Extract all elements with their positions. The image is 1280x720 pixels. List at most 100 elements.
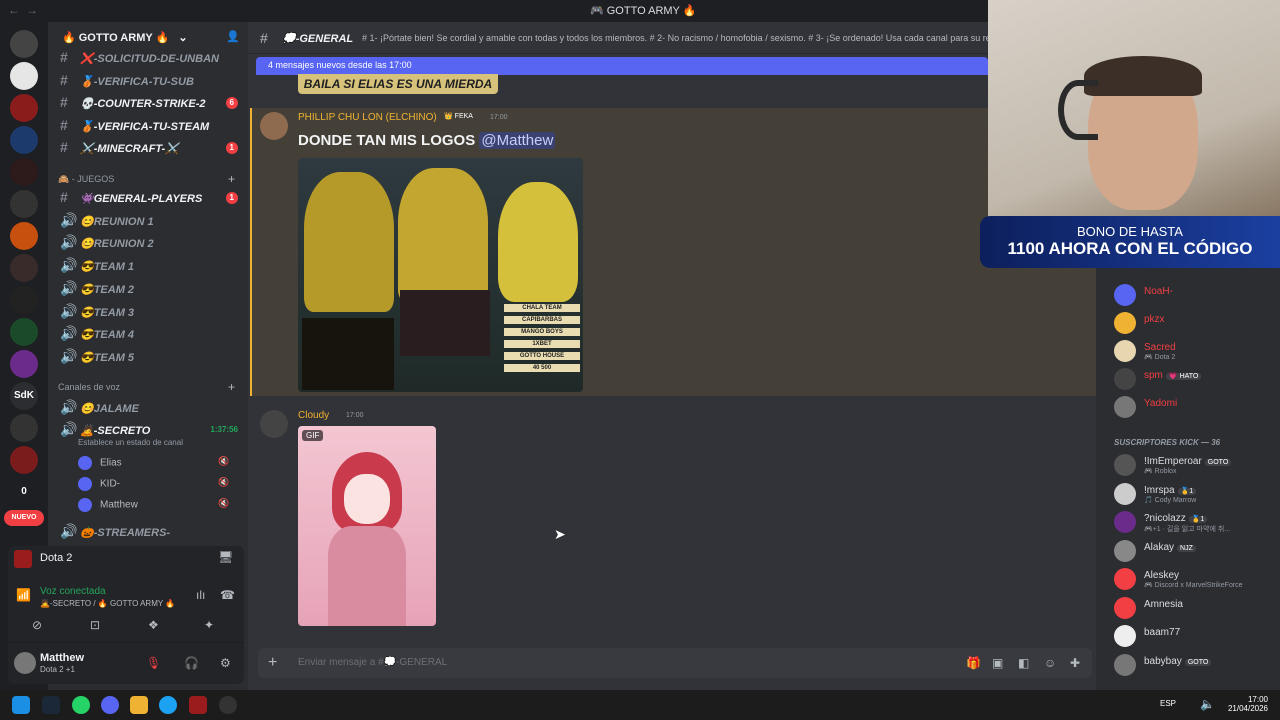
activities-icon[interactable]: ❖ xyxy=(148,618,159,632)
dota-icon[interactable] xyxy=(189,696,207,714)
voice-channel[interactable]: 🔊 😎TEAM 1 xyxy=(56,256,244,276)
mic-muted-icon[interactable]: 🎙 xyxy=(146,656,161,670)
avatar[interactable] xyxy=(260,112,288,140)
gif-icon[interactable]: ▣ xyxy=(992,656,1003,670)
server-icon[interactable] xyxy=(10,254,38,282)
voice-channel-path[interactable]: 🙇-SECRETO / 🔥 GOTTO ARMY 🔥 xyxy=(40,599,175,608)
message-input[interactable]: Enviar mensaje a #💭-GENERAL xyxy=(298,657,447,668)
text-channel[interactable]: # ❌-SOLICITUD-DE-UNBAN xyxy=(56,48,244,68)
meme-label: 1XBET xyxy=(504,340,580,348)
whatsapp-icon[interactable] xyxy=(72,696,90,714)
language-indicator[interactable]: ESP xyxy=(1160,699,1176,708)
channel-streamers[interactable]: 🔊 🎃-STREAMERS- xyxy=(56,522,244,542)
message-author[interactable]: PHILLIP CHU LON (ELCHINO) xyxy=(298,112,437,123)
voice-channel[interactable]: 🔊 😎TEAM 3 xyxy=(56,302,244,322)
server-icon[interactable] xyxy=(10,62,38,90)
add-channel-icon[interactable]: + xyxy=(228,172,235,186)
server-icon[interactable] xyxy=(10,30,38,58)
sticker-icon[interactable]: ◧ xyxy=(1018,656,1029,670)
member-item[interactable]: !ImEmperoar GOTO 🎮 Roblox xyxy=(1114,454,1274,478)
disconnect-icon[interactable]: ☎ xyxy=(220,588,235,602)
forward-arrow-icon[interactable]: → xyxy=(26,3,38,17)
message-author[interactable]: Cloudy xyxy=(298,410,329,421)
avatar[interactable] xyxy=(14,652,36,674)
member-item[interactable]: !mrspa 🥇1 🎵 Cody Marrow xyxy=(1114,482,1274,507)
camera-off-icon[interactable]: ⊘ xyxy=(32,618,42,632)
voice-channel-secreto[interactable]: 🔊 🙇-SECRETO 1:37:56 xyxy=(56,420,244,440)
server-icon[interactable] xyxy=(10,446,38,474)
voice-connected-label[interactable]: Voz conectada xyxy=(40,586,106,597)
text-channel[interactable]: # ⚔️-MINECRAFT-⚔️ 1 xyxy=(56,138,244,158)
user-mention[interactable]: @Matthew xyxy=(479,132,556,149)
voice-channel[interactable]: 🔊 😊REUNION 1 xyxy=(56,211,244,231)
windows-start-icon[interactable] xyxy=(12,696,30,714)
channel-topic[interactable]: # 1- ¡Pórtate bien! Se cordial y amable … xyxy=(362,33,988,43)
screen-share-icon[interactable]: 🖥 xyxy=(218,550,233,564)
voice-channel[interactable]: 🔊 😊REUNION 2 xyxy=(56,233,244,253)
server-icon[interactable] xyxy=(10,190,38,218)
screen-share-button-icon[interactable]: ⊡ xyxy=(90,618,100,632)
voice-user[interactable]: Elias 🔇 xyxy=(78,456,229,470)
voice-channel[interactable]: 🔊 😎TEAM 5 xyxy=(56,347,244,367)
text-channel[interactable]: # 💀-COUNTER-STRIKE-2 6 xyxy=(56,93,244,113)
server-icon[interactable] xyxy=(10,318,38,346)
add-voice-channel-icon[interactable]: + xyxy=(228,380,235,394)
server-icon[interactable] xyxy=(10,158,38,186)
discord-icon[interactable] xyxy=(101,696,119,714)
server-icon[interactable]: SdK xyxy=(10,382,38,410)
channel-status-hint[interactable]: Establece un estado de canal xyxy=(78,438,183,447)
steam-icon[interactable] xyxy=(42,696,60,714)
headphones-muted-icon[interactable]: 🎧 xyxy=(184,656,199,670)
member-item[interactable]: baam77 xyxy=(1114,625,1274,649)
member-item[interactable]: babybay GOTO xyxy=(1114,653,1274,678)
soundboard-icon[interactable]: ✦ xyxy=(204,618,214,632)
voice-channel-jalame[interactable]: 🔊 😊JALAME xyxy=(56,398,244,418)
server-icon[interactable] xyxy=(10,94,38,122)
server-icon[interactable]: 0 xyxy=(10,478,38,506)
apps-icon[interactable]: ✚ xyxy=(1070,656,1080,670)
member-item[interactable]: Alakay NJZ xyxy=(1114,539,1274,564)
category-voice[interactable]: Canales de voz xyxy=(58,382,120,392)
previous-image-attachment[interactable]: BAILA SI ELIAS ES UNA MIERDA xyxy=(298,74,498,94)
back-arrow-icon[interactable]: ← xyxy=(8,3,20,17)
member-item[interactable]: Aleskey 🎮 Discord x MarvelStrikeForce xyxy=(1114,568,1274,592)
meme-label: GOTTO HOUSE xyxy=(504,352,580,360)
obs-icon[interactable] xyxy=(219,696,237,714)
clock[interactable]: 17:00 21/04/2026 xyxy=(1224,695,1268,713)
member-item[interactable]: Sacred 🎮 Dota 2 xyxy=(1114,340,1274,364)
member-item[interactable]: NoaH- xyxy=(1114,284,1274,308)
member-item[interactable]: spm 💗 HATO xyxy=(1114,368,1274,392)
file-explorer-icon[interactable] xyxy=(130,696,148,714)
emoji-icon[interactable]: ☺ xyxy=(1044,656,1056,670)
meme-image[interactable]: CHALA TEAM CAPIBARBAS MANGO BOYS 1XBET GOTTO… xyxy=(298,158,583,392)
member-item[interactable]: Amnesia xyxy=(1114,596,1274,621)
text-channel[interactable]: # 👾GENERAL-PLAYERS 1 xyxy=(56,188,244,208)
volume-icon[interactable]: 🔈 xyxy=(1200,697,1215,711)
add-attachment-icon[interactable]: + xyxy=(268,654,277,672)
text-channel[interactable]: # 🥉-VERIFICA-TU-STEAM xyxy=(56,116,244,136)
server-icon[interactable] xyxy=(10,350,38,378)
text-channel[interactable]: # 🥉-VERIFICA-TU-SUB xyxy=(56,71,244,91)
chrome-icon[interactable] xyxy=(159,696,177,714)
member-item[interactable]: Yadomi xyxy=(1114,396,1274,420)
gift-icon[interactable]: 🎁 xyxy=(966,656,981,670)
member-item[interactable]: ?nicolazz 🥇1 🎮+1 · 길을 잃고 마약에 취... xyxy=(1114,511,1274,535)
server-icon[interactable] xyxy=(10,126,38,154)
member-item[interactable]: pkzx xyxy=(1114,312,1274,336)
voice-channel[interactable]: 🔊 😎TEAM 4 xyxy=(56,324,244,344)
voice-user[interactable]: Matthew 🔇 xyxy=(78,498,229,512)
member-tag: GOTO xyxy=(1204,459,1232,466)
server-icon[interactable] xyxy=(10,414,38,442)
gif-attachment[interactable]: GIF xyxy=(298,426,436,626)
voice-channel[interactable]: 🔊 😎TEAM 2 xyxy=(56,279,244,299)
avatar[interactable] xyxy=(260,410,288,438)
new-messages-banner[interactable]: 4 mensajes nuevos desde las 17:00 xyxy=(256,57,988,75)
server-icon[interactable] xyxy=(10,222,38,250)
noise-suppression-icon[interactable]: ılı xyxy=(196,588,205,602)
settings-gear-icon[interactable]: ⚙ xyxy=(220,656,231,670)
server-icon[interactable]: NUEVO xyxy=(4,510,44,526)
add-member-icon[interactable]: 👤 xyxy=(226,30,240,43)
category-juegos[interactable]: 🙈 - JUEGOS xyxy=(58,174,114,185)
server-icon[interactable] xyxy=(10,286,38,314)
voice-user[interactable]: KID- 🔇 xyxy=(78,477,229,491)
